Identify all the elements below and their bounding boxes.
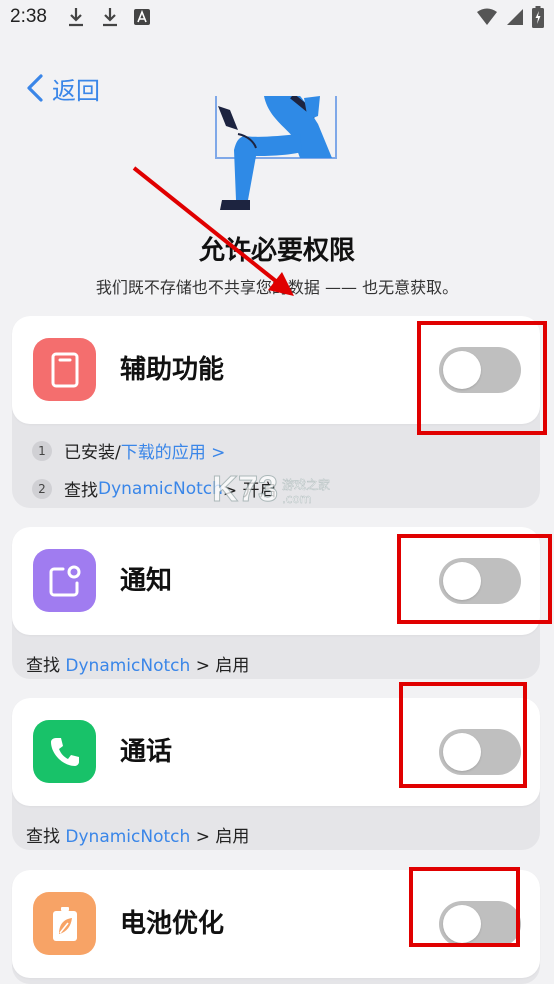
download-icon — [69, 8, 83, 27]
font-app-icon — [134, 9, 150, 25]
permission-card-accessibility: 辅助功能 — [12, 316, 540, 424]
calls-toggle[interactable] — [439, 729, 521, 775]
back-label: 返回 — [52, 76, 100, 105]
hint-text: 查找 — [26, 827, 66, 847]
permission-card-notifications: 通知 — [12, 527, 540, 635]
permission-label: 电池优化 — [120, 909, 225, 939]
wifi-icon — [477, 8, 497, 25]
chevron-left-icon — [27, 74, 43, 102]
permission-label: 通知 — [120, 566, 173, 596]
step-text: 查找 — [64, 481, 98, 501]
back-button[interactable]: 返回 — [26, 70, 100, 106]
watermark-text: 游戏之家 — [282, 478, 331, 492]
battery-icon — [33, 892, 96, 955]
watermark-brand: K73 — [211, 468, 279, 510]
signal-icon — [507, 9, 523, 25]
status-bar: 2:38 — [0, 0, 554, 38]
watermark: K73 游戏之家 .com — [211, 468, 342, 512]
hint-text-suffix: > 启用 — [190, 827, 250, 847]
permission-label: 辅助功能 — [120, 355, 225, 385]
status-notification-icons — [66, 6, 150, 28]
status-time: 2:38 — [10, 6, 47, 27]
toggle-knob — [443, 351, 481, 389]
app-name-link: DynamicNotch — [65, 656, 191, 676]
step-row: 1 已安装/ 下载的应用 > — [32, 438, 225, 463]
phone-icon — [33, 720, 96, 783]
hint-text: 查找 — [26, 656, 66, 676]
page-subtitle: 我们既不存储也不共享您的数据 —— 也无意获取。 — [95, 278, 459, 297]
step-text: 已安装/ — [64, 443, 121, 463]
watermark-domain: .com — [282, 492, 312, 506]
battery-status-icon — [532, 6, 544, 28]
toggle-knob — [443, 905, 481, 943]
toggle-knob — [443, 733, 481, 771]
page-title: 允许必要权限 — [198, 236, 355, 266]
download-icon — [103, 8, 117, 27]
permission-group-battery: 电池优化 — [12, 870, 540, 984]
toggle-knob — [443, 562, 481, 600]
person-on-swing-illustration — [215, 96, 337, 210]
permission-card-calls: 通话 — [12, 698, 540, 806]
accessibility-toggle[interactable] — [439, 347, 521, 393]
permission-group-notifications: 通知 查找 DynamicNotch > 启用 — [12, 527, 540, 679]
app-name-link: DynamicNotch — [65, 827, 191, 847]
status-system-icons — [476, 6, 544, 28]
permission-group-calls: 通话 查找 DynamicNotch > 启用 — [12, 698, 540, 850]
permission-label: 通话 — [120, 737, 173, 767]
hint-row: 查找 DynamicNotch > 启用 — [26, 651, 249, 676]
app-name-link: DynamicNotch — [98, 478, 223, 499]
hint-text-suffix: > 启用 — [190, 656, 250, 676]
permission-card-battery: 电池优化 — [12, 870, 540, 978]
notifications-toggle[interactable] — [439, 558, 521, 604]
installed-apps-link[interactable]: 下载的应用 > — [121, 438, 226, 463]
notification-icon — [33, 549, 96, 612]
step-number: 1 — [32, 440, 52, 461]
step-number: 2 — [32, 478, 52, 499]
battery-toggle[interactable] — [439, 901, 521, 947]
accessibility-icon — [33, 338, 96, 401]
hint-row: 查找 DynamicNotch > 启用 — [26, 822, 249, 847]
